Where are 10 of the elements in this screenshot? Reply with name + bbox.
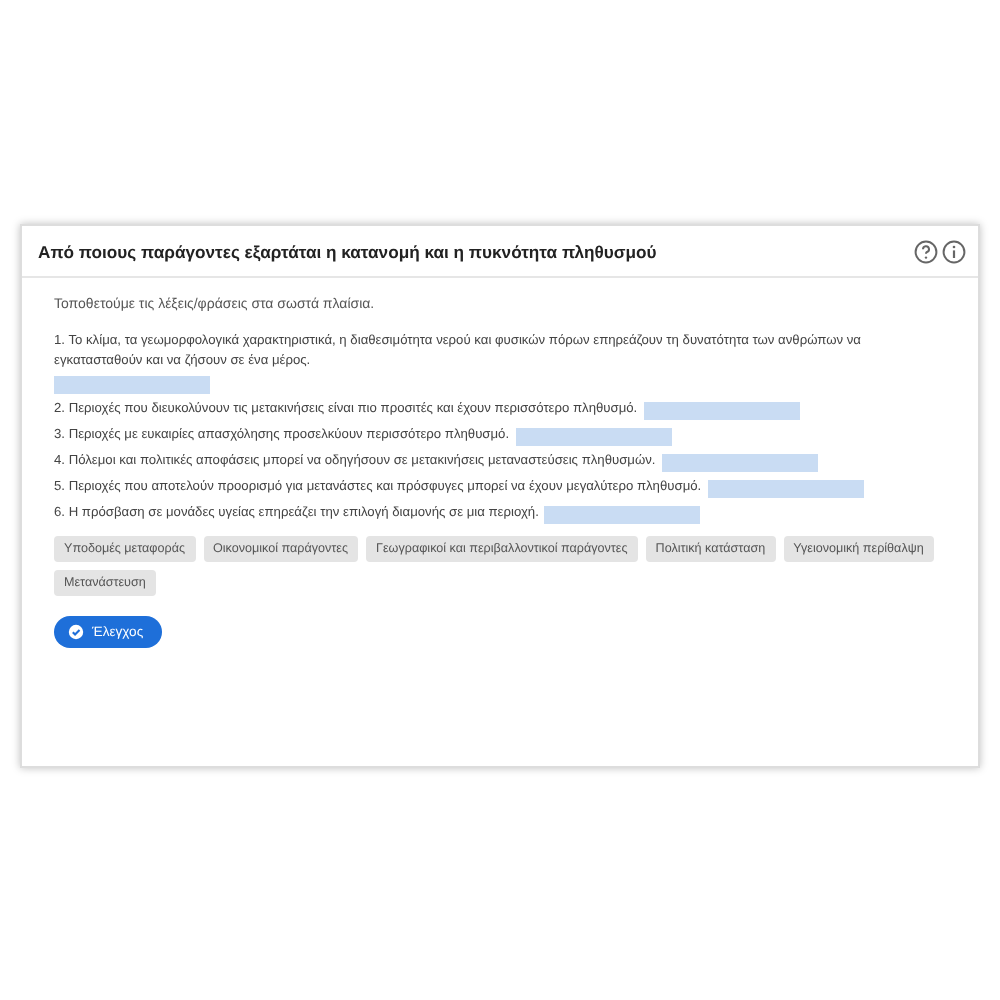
drop-zone[interactable] xyxy=(544,505,701,523)
drop-zone[interactable] xyxy=(515,427,672,445)
check-icon xyxy=(68,624,84,640)
help-icon[interactable] xyxy=(914,240,938,264)
drop-zone[interactable] xyxy=(707,479,864,497)
info-icon[interactable] xyxy=(942,240,966,264)
drop-zone[interactable] xyxy=(54,376,210,394)
exercise-title: Από ποιους παράγοντες εξαρτάται η κατανομή και η πυκνότητα πληθυσμού xyxy=(38,242,657,262)
drop-zone[interactable] xyxy=(661,453,818,471)
drop-zone[interactable] xyxy=(643,401,800,419)
